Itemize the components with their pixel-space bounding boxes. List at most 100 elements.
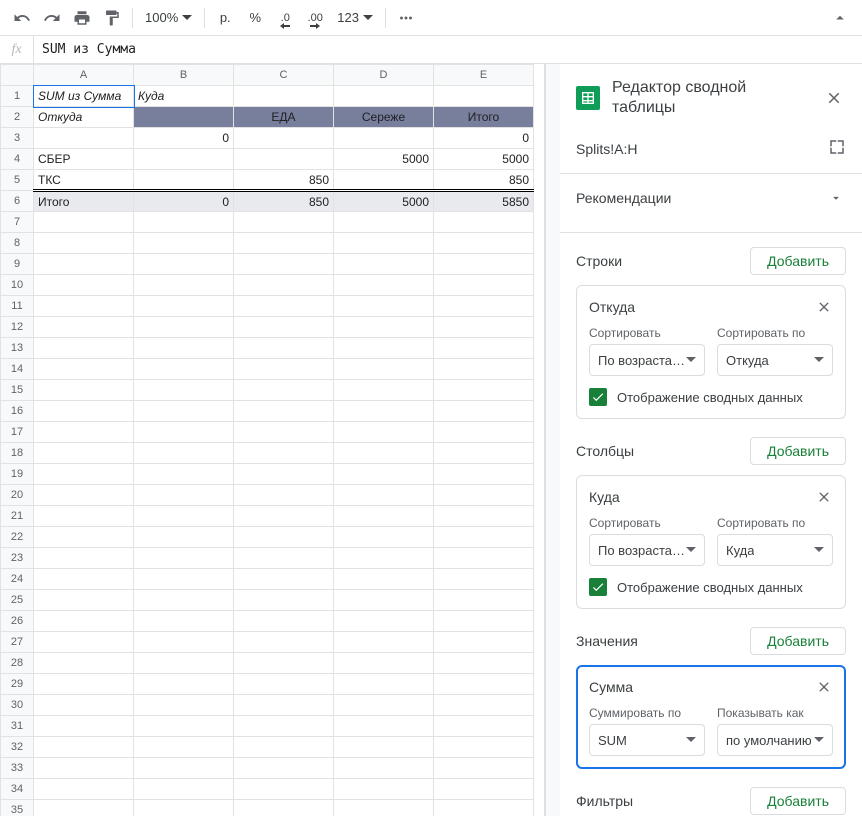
cell[interactable] bbox=[434, 716, 534, 737]
cell[interactable] bbox=[134, 569, 234, 590]
cell[interactable] bbox=[434, 401, 534, 422]
show-totals-checkbox[interactable] bbox=[589, 578, 607, 596]
cell[interactable] bbox=[34, 359, 134, 380]
cell[interactable] bbox=[234, 485, 334, 506]
cell[interactable] bbox=[234, 569, 334, 590]
cell[interactable] bbox=[434, 569, 534, 590]
cell[interactable] bbox=[134, 527, 234, 548]
cell[interactable]: 0 bbox=[434, 128, 534, 149]
cell[interactable] bbox=[134, 611, 234, 632]
cell[interactable] bbox=[334, 464, 434, 485]
cell[interactable] bbox=[134, 401, 234, 422]
cell[interactable] bbox=[334, 359, 434, 380]
cell[interactable] bbox=[334, 86, 434, 107]
cell[interactable] bbox=[34, 422, 134, 443]
cell[interactable] bbox=[234, 275, 334, 296]
paint-format-button[interactable] bbox=[98, 4, 126, 32]
cell[interactable] bbox=[134, 233, 234, 254]
cell[interactable] bbox=[234, 695, 334, 716]
cell[interactable] bbox=[434, 317, 534, 338]
cell[interactable] bbox=[234, 716, 334, 737]
cell[interactable] bbox=[434, 338, 534, 359]
cell[interactable] bbox=[434, 590, 534, 611]
cell[interactable] bbox=[434, 800, 534, 816]
cell[interactable]: 5000 bbox=[434, 149, 534, 170]
row-header[interactable]: 23 bbox=[1, 548, 34, 569]
row-header[interactable]: 1 bbox=[1, 86, 34, 107]
cell[interactable] bbox=[234, 653, 334, 674]
cell[interactable] bbox=[334, 758, 434, 779]
cell[interactable] bbox=[134, 380, 234, 401]
cell[interactable] bbox=[34, 338, 134, 359]
cell[interactable] bbox=[334, 254, 434, 275]
cell[interactable] bbox=[334, 275, 434, 296]
cell[interactable]: 0 bbox=[134, 191, 234, 212]
cell[interactable] bbox=[34, 716, 134, 737]
cell[interactable] bbox=[434, 86, 534, 107]
col-header[interactable]: C bbox=[234, 65, 334, 86]
cell[interactable] bbox=[134, 800, 234, 816]
cell[interactable] bbox=[134, 212, 234, 233]
cell[interactable] bbox=[34, 464, 134, 485]
row-header[interactable]: 29 bbox=[1, 674, 34, 695]
cell[interactable] bbox=[334, 233, 434, 254]
cell[interactable]: Сереже bbox=[334, 107, 434, 128]
cell[interactable]: SUM из Сумма bbox=[34, 86, 134, 107]
cell[interactable] bbox=[334, 653, 434, 674]
cell[interactable] bbox=[34, 275, 134, 296]
vertical-scrollbar[interactable] bbox=[545, 64, 560, 816]
cell[interactable] bbox=[34, 800, 134, 816]
cell[interactable] bbox=[334, 338, 434, 359]
cell[interactable] bbox=[234, 548, 334, 569]
col-header[interactable]: A bbox=[34, 65, 134, 86]
cell[interactable]: Итого bbox=[434, 107, 534, 128]
cell[interactable] bbox=[134, 674, 234, 695]
row-header[interactable]: 7 bbox=[1, 212, 34, 233]
cell[interactable] bbox=[434, 296, 534, 317]
row-header[interactable]: 17 bbox=[1, 422, 34, 443]
cell[interactable] bbox=[434, 632, 534, 653]
cell[interactable] bbox=[434, 674, 534, 695]
cell[interactable] bbox=[434, 737, 534, 758]
row-header[interactable]: 11 bbox=[1, 296, 34, 317]
cell[interactable] bbox=[134, 590, 234, 611]
more-button[interactable] bbox=[392, 4, 420, 32]
decrease-decimal-button[interactable]: .0 bbox=[271, 4, 299, 32]
cell[interactable] bbox=[434, 506, 534, 527]
cell[interactable] bbox=[34, 506, 134, 527]
cell[interactable] bbox=[134, 317, 234, 338]
cell[interactable] bbox=[434, 443, 534, 464]
cell[interactable] bbox=[134, 443, 234, 464]
cell[interactable] bbox=[234, 317, 334, 338]
currency-button[interactable]: р. bbox=[211, 4, 239, 32]
cell[interactable] bbox=[434, 275, 534, 296]
cell[interactable] bbox=[234, 422, 334, 443]
cell[interactable] bbox=[334, 128, 434, 149]
cell[interactable]: 850 bbox=[234, 170, 334, 191]
cell[interactable] bbox=[434, 380, 534, 401]
cell[interactable] bbox=[134, 296, 234, 317]
cell[interactable] bbox=[334, 380, 434, 401]
cell[interactable] bbox=[134, 170, 234, 191]
row-header[interactable]: 31 bbox=[1, 716, 34, 737]
cell[interactable] bbox=[334, 401, 434, 422]
cell[interactable] bbox=[34, 737, 134, 758]
cell[interactable] bbox=[434, 695, 534, 716]
redo-button[interactable] bbox=[38, 4, 66, 32]
cell[interactable]: 850 bbox=[234, 191, 334, 212]
cell[interactable] bbox=[134, 506, 234, 527]
col-header[interactable]: E bbox=[434, 65, 534, 86]
cell[interactable]: Куда bbox=[134, 86, 234, 107]
cell[interactable] bbox=[334, 485, 434, 506]
cell[interactable] bbox=[334, 506, 434, 527]
row-header[interactable]: 35 bbox=[1, 800, 34, 816]
row-header[interactable]: 12 bbox=[1, 317, 34, 338]
row-header[interactable]: 8 bbox=[1, 233, 34, 254]
row-header[interactable]: 34 bbox=[1, 779, 34, 800]
cell[interactable]: Итого bbox=[34, 191, 134, 212]
sort-order-select[interactable]: По возрастан... bbox=[589, 344, 705, 376]
cell[interactable] bbox=[234, 296, 334, 317]
cell[interactable] bbox=[234, 443, 334, 464]
expand-recommendations-button[interactable] bbox=[826, 188, 846, 208]
col-header[interactable]: B bbox=[134, 65, 234, 86]
